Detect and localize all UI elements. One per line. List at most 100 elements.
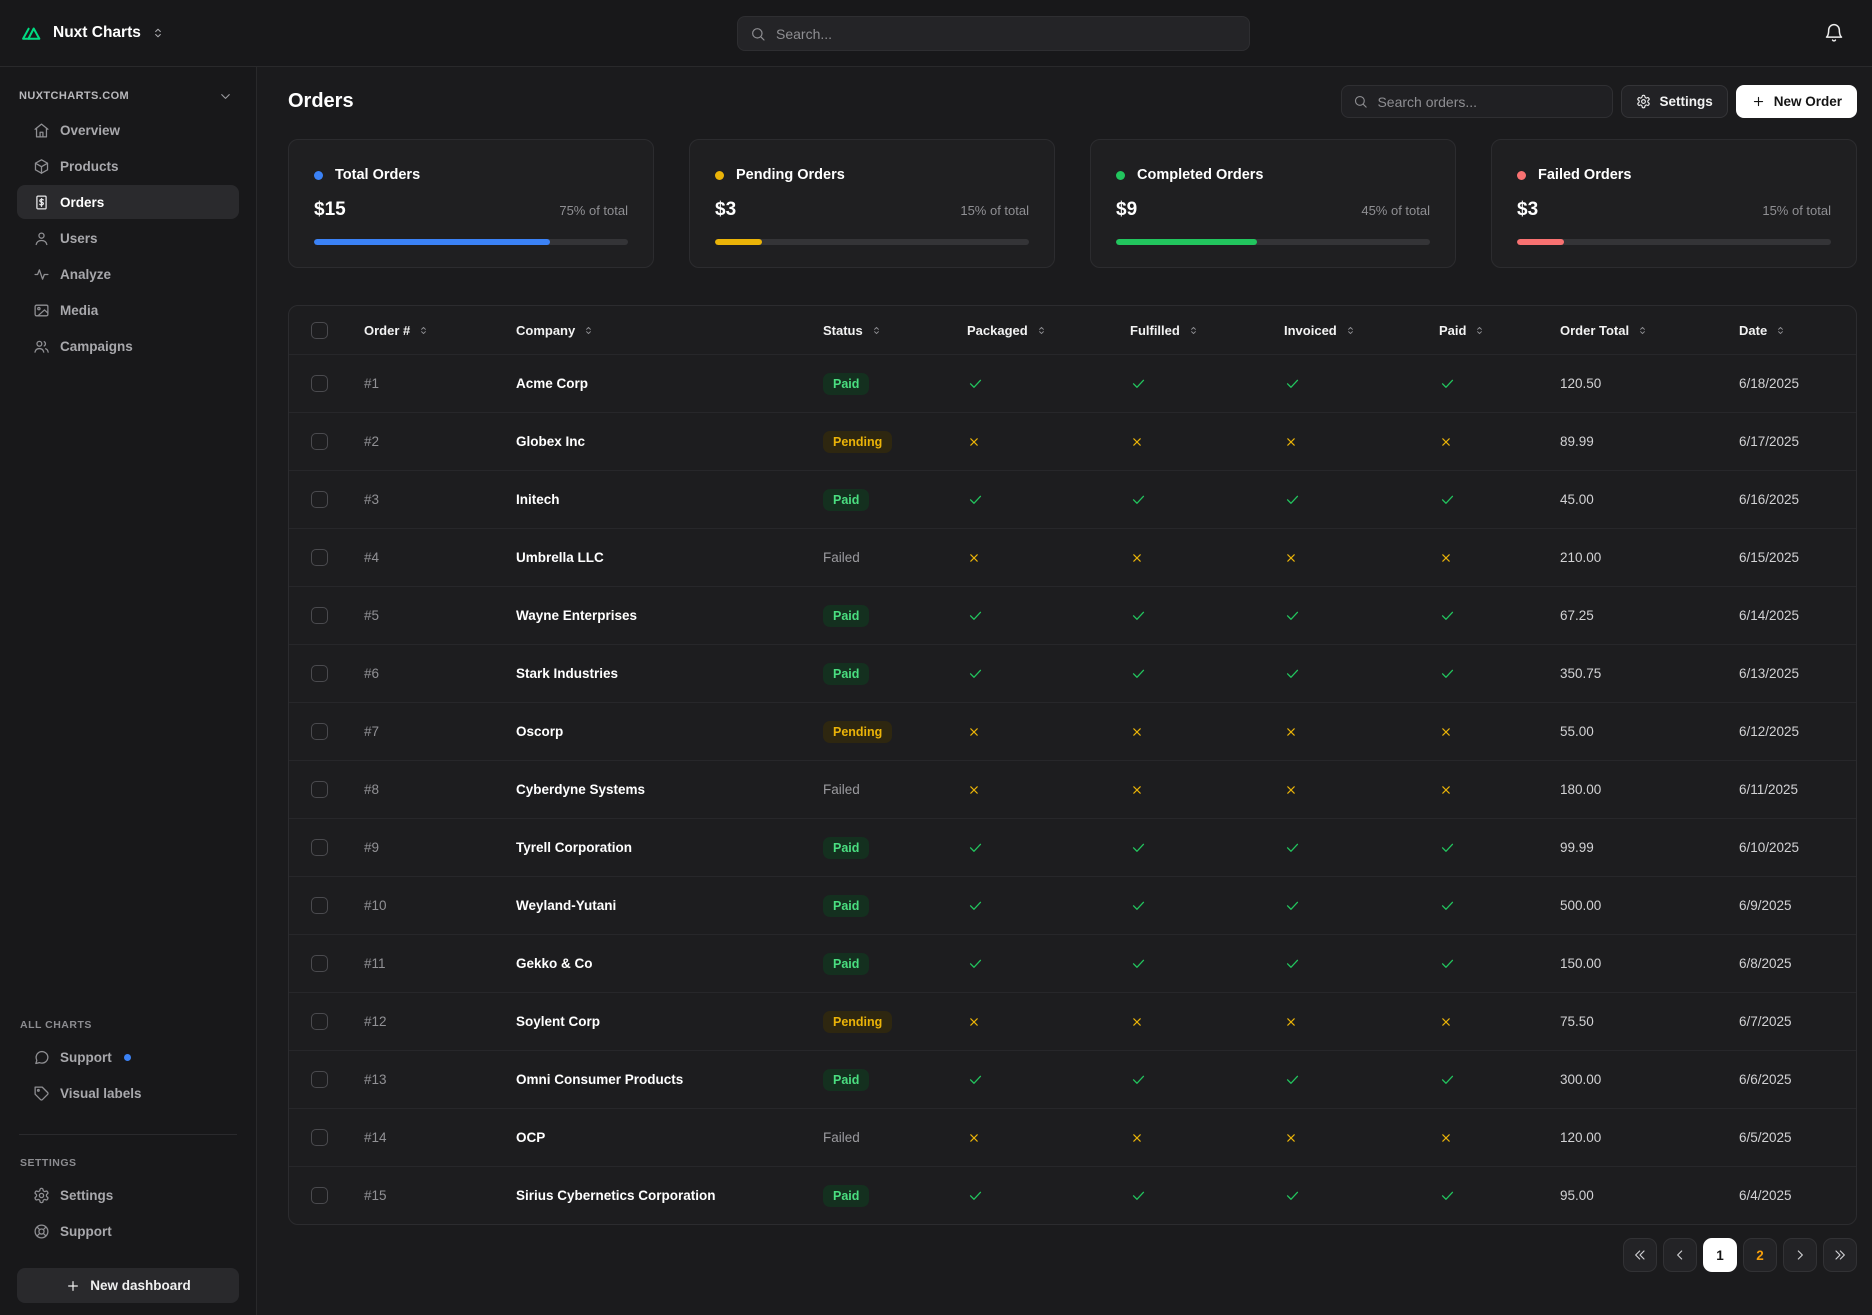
table-row[interactable]: #13 Omni Consumer Products Paid 300.00 6… <box>289 1050 1856 1108</box>
sidebar-item-overview[interactable]: Overview <box>17 113 239 147</box>
new-order-button[interactable]: New Order <box>1736 85 1857 118</box>
column-header-order-total[interactable]: Order Total <box>1545 323 1724 338</box>
fulfilled-cell <box>1115 1071 1269 1088</box>
packaged-cell <box>952 1131 1115 1145</box>
sidebar-item-orders[interactable]: Orders <box>17 185 239 219</box>
company-name: Gekko & Co <box>501 956 808 971</box>
page-button-1[interactable]: 1 <box>1703 1238 1737 1272</box>
check-icon <box>1439 897 1456 914</box>
row-checkbox[interactable] <box>311 781 328 798</box>
table-row[interactable]: #12 Soylent Corp Pending 75.50 6/7/2025 <box>289 992 1856 1050</box>
x-icon <box>967 435 981 449</box>
brand[interactable]: Nuxt Charts <box>20 22 165 45</box>
company-name: Weyland-Yutani <box>501 898 808 913</box>
fulfilled-cell <box>1115 839 1269 856</box>
status-cell: Paid <box>808 489 952 511</box>
stat-value: $3 <box>1517 199 1538 221</box>
status-cell: Paid <box>808 1069 952 1091</box>
row-checkbox[interactable] <box>311 1187 328 1204</box>
row-checkbox[interactable] <box>311 723 328 740</box>
sidebar-item-analyze[interactable]: Analyze <box>17 257 239 291</box>
row-checkbox[interactable] <box>311 1013 328 1030</box>
sidebar-item-visual-labels[interactable]: Visual labels <box>17 1076 239 1110</box>
x-icon <box>1439 783 1453 797</box>
table-row[interactable]: #1 Acme Corp Paid 120.50 6/18/2025 <box>289 354 1856 412</box>
row-checkbox[interactable] <box>311 549 328 566</box>
column-header-status[interactable]: Status <box>808 323 952 338</box>
check-icon <box>1284 1187 1301 1204</box>
company-name: Omni Consumer Products <box>501 1072 808 1087</box>
table-row[interactable]: #15 Sirius Cybernetics Corporation Paid … <box>289 1166 1856 1224</box>
orders-search[interactable] <box>1341 85 1613 118</box>
new-dashboard-button[interactable]: New dashboard <box>17 1268 239 1303</box>
row-checkbox[interactable] <box>311 839 328 856</box>
status-cell: Failed <box>808 782 952 797</box>
last-page-button[interactable] <box>1823 1238 1857 1272</box>
row-checkbox[interactable] <box>311 665 328 682</box>
row-checkbox[interactable] <box>311 897 328 914</box>
chevron-updown-icon[interactable] <box>151 26 165 40</box>
sidebar: NUXTCHARTS.COM Overview Products Orders … <box>0 67 257 1315</box>
bell-icon[interactable] <box>1824 23 1844 43</box>
column-header-paid[interactable]: Paid <box>1424 323 1545 338</box>
x-icon <box>1130 435 1144 449</box>
column-header-invoiced[interactable]: Invoiced <box>1269 323 1424 338</box>
table-row[interactable]: #9 Tyrell Corporation Paid 99.99 6/10/20… <box>289 818 1856 876</box>
chevrons-right-icon <box>1832 1247 1848 1263</box>
sidebar-item-settings[interactable]: Settings <box>17 1178 239 1212</box>
column-header-packaged[interactable]: Packaged <box>952 323 1115 338</box>
table-row[interactable]: #8 Cyberdyne Systems Failed 180.00 6/11/… <box>289 760 1856 818</box>
paid-cell <box>1424 435 1545 449</box>
column-header-date[interactable]: Date <box>1724 323 1856 338</box>
sidebar-item-campaigns[interactable]: Campaigns <box>17 329 239 363</box>
table-row[interactable]: #14 OCP Failed 120.00 6/5/2025 <box>289 1108 1856 1166</box>
invoiced-cell <box>1269 375 1424 392</box>
packaged-cell <box>952 551 1115 565</box>
table-row[interactable]: #6 Stark Industries Paid 350.75 6/13/202… <box>289 644 1856 702</box>
column-header-order[interactable]: Order # <box>349 323 501 338</box>
order-total: 75.50 <box>1545 1014 1724 1029</box>
table-row[interactable]: #3 Initech Paid 45.00 6/16/2025 <box>289 470 1856 528</box>
x-icon <box>967 783 981 797</box>
fulfilled-cell <box>1115 491 1269 508</box>
next-page-button[interactable] <box>1783 1238 1817 1272</box>
sidebar-item-support[interactable]: Support <box>17 1214 239 1248</box>
orders-search-input[interactable] <box>1377 94 1601 110</box>
x-icon <box>1439 551 1453 565</box>
x-icon <box>1130 1131 1144 1145</box>
status-cell: Pending <box>808 721 952 743</box>
paid-cell <box>1424 725 1545 739</box>
row-checkbox[interactable] <box>311 955 328 972</box>
status-cell: Paid <box>808 605 952 627</box>
first-page-button[interactable] <box>1623 1238 1657 1272</box>
order-total: 300.00 <box>1545 1072 1724 1087</box>
table-row[interactable]: #4 Umbrella LLC Failed 210.00 6/15/2025 <box>289 528 1856 586</box>
sidebar-item-users[interactable]: Users <box>17 221 239 255</box>
row-checkbox[interactable] <box>311 607 328 624</box>
sidebar-item-support[interactable]: Support <box>17 1040 239 1074</box>
row-checkbox[interactable] <box>311 491 328 508</box>
row-checkbox[interactable] <box>311 433 328 450</box>
workspace-selector[interactable]: NUXTCHARTS.COM <box>17 79 239 113</box>
select-all-checkbox[interactable] <box>311 322 328 339</box>
table-row[interactable]: #7 Oscorp Pending 55.00 6/12/2025 <box>289 702 1856 760</box>
row-checkbox[interactable] <box>311 1129 328 1146</box>
row-checkbox[interactable] <box>311 1071 328 1088</box>
status-badge: Pending <box>823 431 892 453</box>
table-row[interactable]: #10 Weyland-Yutani Paid 500.00 6/9/2025 <box>289 876 1856 934</box>
column-header-fulfilled[interactable]: Fulfilled <box>1115 323 1269 338</box>
sidebar-item-media[interactable]: Media <box>17 293 239 327</box>
table-row[interactable]: #5 Wayne Enterprises Paid 67.25 6/14/202… <box>289 586 1856 644</box>
column-header-company[interactable]: Company <box>501 323 808 338</box>
stat-progress-fill <box>1517 239 1564 245</box>
status-badge: Paid <box>823 605 869 627</box>
global-search-input[interactable] <box>776 26 1237 42</box>
prev-page-button[interactable] <box>1663 1238 1697 1272</box>
row-checkbox[interactable] <box>311 375 328 392</box>
table-row[interactable]: #2 Globex Inc Pending 89.99 6/17/2025 <box>289 412 1856 470</box>
global-search[interactable] <box>737 16 1250 51</box>
page-button-2[interactable]: 2 <box>1743 1238 1777 1272</box>
settings-button[interactable]: Settings <box>1621 85 1727 118</box>
sidebar-item-products[interactable]: Products <box>17 149 239 183</box>
table-row[interactable]: #11 Gekko & Co Paid 150.00 6/8/2025 <box>289 934 1856 992</box>
